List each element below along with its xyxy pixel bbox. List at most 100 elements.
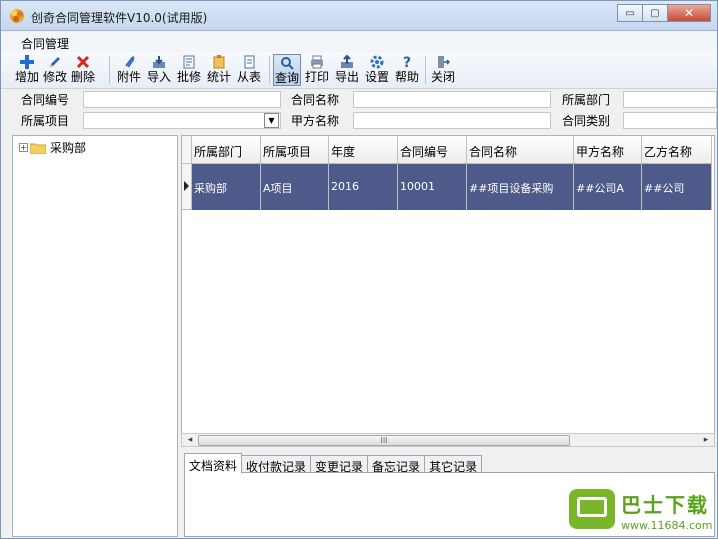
- approve-label: 批修: [177, 70, 202, 84]
- contract-type-label: 合同类别: [562, 114, 611, 128]
- contract-name-input[interactable]: [353, 91, 551, 108]
- tab-other-records[interactable]: 其它记录: [424, 455, 483, 474]
- grid-header: 所属部门 所属项目 年度 合同编号 合同名称 甲方名称 乙方名称: [182, 136, 712, 164]
- app-logo-icon: [9, 8, 25, 24]
- department-input[interactable]: [623, 91, 717, 108]
- stats-button[interactable]: 统计: [207, 54, 231, 86]
- export-button[interactable]: 导出: [335, 54, 359, 86]
- close-window-button[interactable]: ✕: [667, 4, 711, 22]
- cell-contract-no[interactable]: 10001: [398, 164, 467, 210]
- col-header-project[interactable]: 所属项目: [261, 136, 329, 164]
- minimize-button[interactable]: ▭: [617, 4, 643, 22]
- party-a-label: 甲方名称: [291, 114, 340, 128]
- attachment-label: 附件: [117, 70, 142, 84]
- scroll-left-arrow-icon[interactable]: ◂: [184, 435, 196, 446]
- export-icon: [339, 54, 355, 70]
- cell-party-b[interactable]: ##公司: [642, 164, 712, 210]
- tab-payment-records[interactable]: 收付款记录: [241, 455, 312, 474]
- from-table-button[interactable]: 从表: [237, 54, 261, 86]
- toolbar: 增加 修改 删除 附件 导入 批修 统计 从表 查询 打印 导出 设置 ? 帮助…: [1, 52, 717, 89]
- delete-label: 删除: [71, 70, 96, 84]
- settings-label: 设置: [365, 70, 390, 84]
- attachment-button[interactable]: 附件: [117, 54, 141, 86]
- tree-expand-icon[interactable]: +: [19, 143, 28, 152]
- stats-label: 统计: [207, 70, 232, 84]
- col-header-contract-name[interactable]: 合同名称: [467, 136, 574, 164]
- contract-no-label: 合同编号: [21, 93, 70, 107]
- printer-icon: [309, 54, 325, 70]
- detail-tabs: 文档资料 收付款记录 变更记录 备忘记录 其它记录: [184, 453, 483, 474]
- tab-memo-records[interactable]: 备忘记录: [367, 455, 426, 474]
- help-question-icon: ?: [399, 54, 415, 70]
- grid-horizontal-scrollbar[interactable]: ◂ III ▸: [181, 433, 715, 447]
- close-label: 关闭: [431, 70, 456, 84]
- cell-project[interactable]: A项目: [261, 164, 329, 210]
- col-header-party-a[interactable]: 甲方名称: [574, 136, 642, 164]
- settings-button[interactable]: 设置: [365, 54, 389, 86]
- department-tree: + 采购部: [12, 135, 178, 537]
- window-title: 创奇合同管理软件V10.0(试用版): [31, 11, 208, 25]
- col-header-year[interactable]: 年度: [329, 136, 398, 164]
- add-label: 增加: [15, 70, 40, 84]
- filter-panel: 合同编号 合同名称 所属部门 所属项目 ▼ 甲方名称 合同类别: [1, 89, 717, 131]
- delete-button[interactable]: 删除: [71, 54, 95, 86]
- menu-bar: 合同管理: [1, 32, 717, 52]
- gear-icon: [369, 54, 385, 70]
- close-button[interactable]: 关闭: [431, 54, 455, 86]
- table-row[interactable]: 采购部 A项目 2016 10001 ##项目设备采购 ##公司A ##公司: [182, 164, 712, 210]
- cell-party-a[interactable]: ##公司A: [574, 164, 642, 210]
- print-button[interactable]: 打印: [305, 54, 329, 86]
- contract-name-label: 合同名称: [291, 93, 340, 107]
- dropdown-arrow-icon[interactable]: ▼: [264, 113, 279, 128]
- delete-x-icon: [75, 54, 91, 70]
- pencil-icon: [47, 54, 63, 70]
- help-button[interactable]: ? 帮助: [395, 54, 419, 86]
- cell-contract-name[interactable]: ##项目设备采购: [467, 164, 574, 210]
- edit-button[interactable]: 修改: [43, 54, 67, 86]
- approve-button[interactable]: 批修: [177, 54, 201, 86]
- row-selector[interactable]: [182, 164, 192, 210]
- import-label: 导入: [147, 70, 172, 84]
- grid-corner: [182, 136, 192, 164]
- tab-change-records[interactable]: 变更记录: [310, 455, 369, 474]
- search-icon: [279, 55, 295, 71]
- clipboard-icon: [211, 54, 227, 70]
- watermark: 巴士下载 www.11684.com: [569, 487, 717, 537]
- query-button[interactable]: 查询: [273, 54, 301, 86]
- cell-department[interactable]: 采购部: [192, 164, 261, 210]
- paperclip-icon: [121, 54, 137, 70]
- contract-type-input[interactable]: [623, 112, 717, 129]
- print-label: 打印: [305, 70, 330, 84]
- help-label: 帮助: [395, 70, 420, 84]
- watermark-logo-icon: [569, 489, 615, 529]
- tree-node-procurement[interactable]: + 采购部: [19, 139, 86, 156]
- exit-door-icon: [435, 54, 451, 70]
- department-label: 所属部门: [562, 93, 611, 107]
- add-button[interactable]: 增加: [15, 54, 39, 86]
- tree-node-label: 采购部: [50, 141, 87, 155]
- scroll-thumb[interactable]: III: [198, 435, 570, 446]
- edit-label: 修改: [43, 70, 68, 84]
- contract-no-input[interactable]: [83, 91, 281, 108]
- tab-documents[interactable]: 文档资料: [184, 453, 243, 473]
- folder-icon: [29, 142, 47, 154]
- current-row-arrow-icon: [184, 181, 189, 191]
- app-window: 创奇合同管理软件V10.0(试用版) ▭ ▢ ✕ 合同管理 增加 修改 删除 附…: [0, 0, 718, 539]
- title-bar: 创奇合同管理软件V10.0(试用版) ▭ ▢ ✕: [1, 1, 717, 31]
- import-button[interactable]: 导入: [147, 54, 171, 86]
- contract-grid: 所属部门 所属项目 年度 合同编号 合同名称 甲方名称 乙方名称 采购部 A项目…: [181, 135, 715, 447]
- party-a-input[interactable]: [353, 112, 551, 129]
- menu-contract-management[interactable]: 合同管理: [21, 35, 69, 52]
- scroll-right-arrow-icon[interactable]: ▸: [700, 435, 712, 446]
- col-header-department[interactable]: 所属部门: [192, 136, 261, 164]
- query-label: 查询: [274, 71, 299, 85]
- import-icon: [151, 54, 167, 70]
- col-header-contract-no[interactable]: 合同编号: [398, 136, 467, 164]
- export-label: 导出: [335, 70, 360, 84]
- project-select[interactable]: ▼: [83, 112, 281, 129]
- col-header-party-b[interactable]: 乙方名称: [642, 136, 712, 164]
- plus-icon: [19, 54, 35, 70]
- cell-year[interactable]: 2016: [329, 164, 398, 210]
- maximize-button[interactable]: ▢: [642, 4, 668, 22]
- project-label: 所属项目: [21, 114, 70, 128]
